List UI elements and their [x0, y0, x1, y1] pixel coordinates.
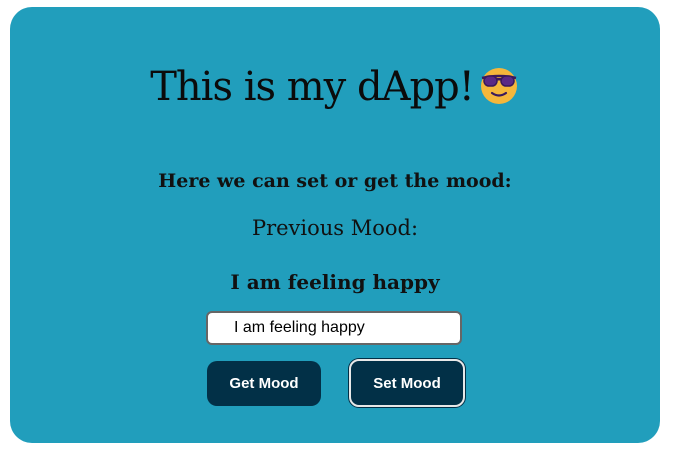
- get-mood-button[interactable]: Get Mood: [207, 361, 321, 406]
- current-mood-text: I am feeling happy: [230, 270, 440, 294]
- set-mood-button[interactable]: Set Mood: [349, 359, 465, 407]
- page-title-text: This is my dApp!: [150, 64, 475, 110]
- main-card: This is my dApp! Here we can set or get …: [10, 7, 660, 443]
- page-title: This is my dApp!: [10, 64, 660, 110]
- sunglasses-emoji-icon: [478, 64, 520, 106]
- subtitle: Here we can set or get the mood:: [158, 170, 512, 192]
- mood-input[interactable]: [206, 311, 462, 345]
- previous-mood-label: Previous Mood:: [251, 216, 419, 240]
